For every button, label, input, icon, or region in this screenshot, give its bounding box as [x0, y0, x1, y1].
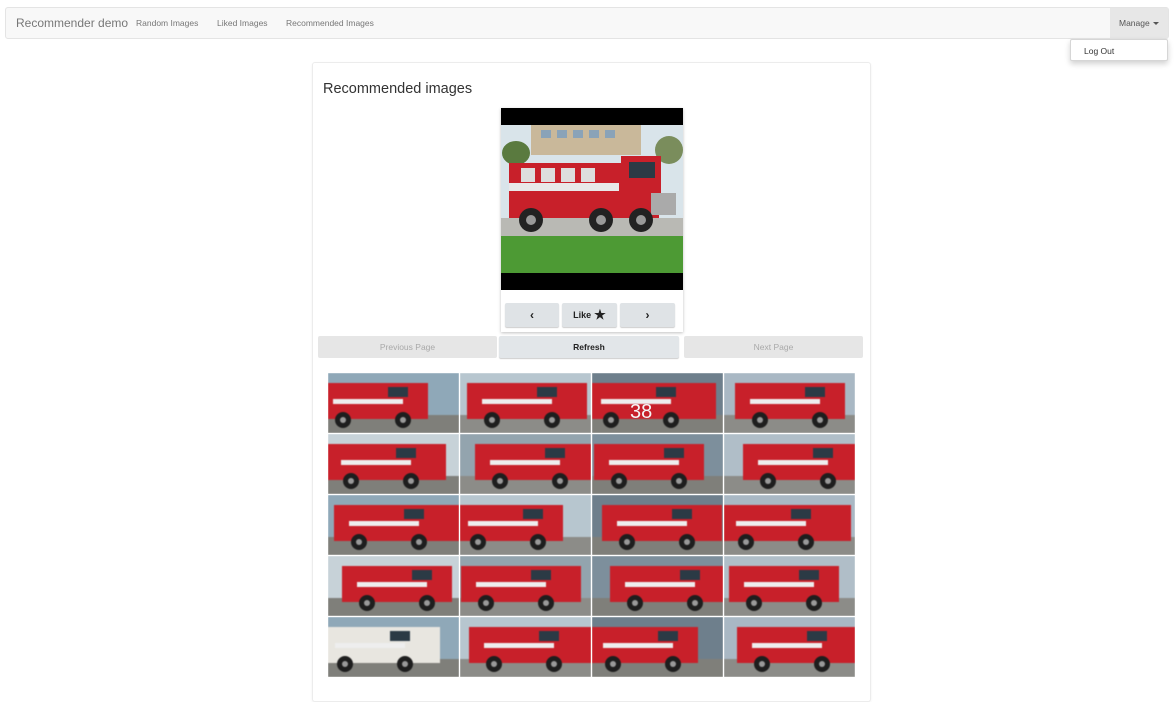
fire-truck-thumbnail[interactable]	[724, 434, 855, 494]
fire-truck-thumbnail[interactable]	[592, 556, 723, 616]
chevron-right-icon: ›	[645, 308, 650, 322]
fire-truck-thumbnail[interactable]	[328, 495, 459, 555]
viewer-controls: ‹ Like ★ ›	[505, 303, 679, 327]
fire-truck-thumbnail[interactable]	[724, 556, 855, 616]
fire-truck-thumbnail[interactable]	[328, 434, 459, 494]
refresh-button[interactable]: Refresh	[499, 336, 679, 358]
fire-truck-thumbnail[interactable]	[328, 617, 459, 677]
fire-truck-thumbnail[interactable]	[460, 617, 591, 677]
manage-dropdown-menu: Log Out	[1070, 39, 1168, 61]
next-page-button[interactable]: Next Page	[684, 336, 863, 358]
star-icon: ★	[594, 307, 606, 322]
fire-truck-thumbnail[interactable]	[460, 495, 591, 555]
fire-truck-thumbnail[interactable]: 38	[592, 373, 723, 433]
next-image-button[interactable]: ›	[620, 303, 675, 327]
fire-truck-thumbnail[interactable]	[592, 434, 723, 494]
previous-image-button[interactable]: ‹	[505, 303, 559, 327]
fire-truck-thumbnail[interactable]	[724, 373, 855, 433]
like-label: Like	[573, 310, 592, 320]
fire-truck-thumbnail[interactable]	[328, 556, 459, 616]
nav-random-images[interactable]: Random Images	[136, 18, 198, 28]
manage-label: Manage	[1119, 18, 1150, 28]
nav-liked-images[interactable]: Liked Images	[217, 18, 268, 28]
fire-truck-thumbnail[interactable]	[328, 373, 459, 433]
fire-truck-thumbnail[interactable]	[592, 617, 723, 677]
current-image	[501, 108, 683, 290]
caret-down-icon	[1152, 22, 1159, 26]
fire-truck-thumbnail[interactable]	[724, 617, 855, 677]
chevron-left-icon: ‹	[530, 308, 534, 322]
fire-truck-thumbnail[interactable]	[592, 495, 723, 555]
truck-number-label: 38	[630, 401, 653, 423]
brand-link[interactable]: Recommender demo	[16, 16, 128, 30]
manage-dropdown-toggle[interactable]: Manage	[1110, 8, 1168, 38]
fire-truck-thumbnail[interactable]	[460, 373, 591, 433]
fire-truck-thumbnail[interactable]	[724, 495, 855, 555]
fire-truck-thumbnail[interactable]	[460, 434, 591, 494]
page-title: Recommended images	[323, 81, 473, 97]
fire-truck-photo	[501, 108, 683, 290]
like-button[interactable]: Like ★	[562, 303, 617, 327]
previous-page-button[interactable]: Previous Page	[318, 336, 497, 358]
top-navbar: Recommender demo Random Images Liked Ima…	[5, 7, 1169, 39]
image-viewer: ‹ Like ★ ›	[501, 108, 683, 332]
log-out-item[interactable]: Log Out	[1084, 46, 1114, 56]
thumbnail-grid: 38	[328, 373, 856, 681]
recommended-panel: Recommended images ‹ Like ★ › Previous P…	[312, 62, 871, 702]
fire-truck-thumbnail[interactable]	[460, 556, 591, 616]
nav-recommended-images[interactable]: Recommended Images	[286, 18, 374, 28]
